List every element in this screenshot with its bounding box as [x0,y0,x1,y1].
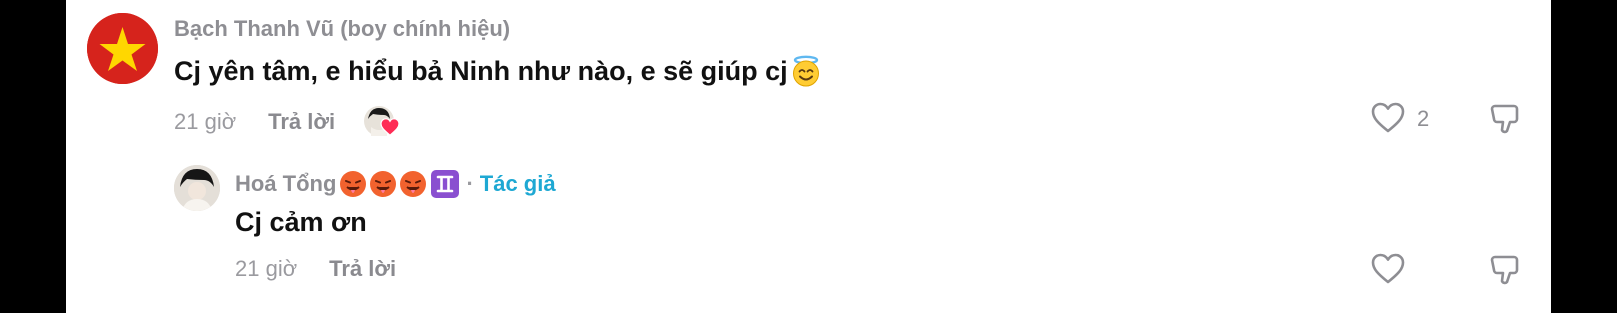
like-button[interactable] [1370,252,1406,291]
like-count: 2 [1417,106,1430,131]
vietnam-flag-icon [87,13,158,84]
reply-button[interactable]: Trả lời [268,109,335,135]
heart-outline-icon [1371,102,1405,133]
thumbs-down-icon [1490,255,1519,285]
comments-panel: Bạch Thanh Vũ (boy chính hiệu) Cj yên tâ… [66,0,1551,313]
reply-time: 21 giờ [235,256,298,281]
separator-dot: · [466,171,474,196]
hot-face-icon [400,171,427,197]
smiling-face-with-halo-icon [792,55,819,87]
comment-body: Cj yên tâm, e hiểu bả Ninh như nào, e sẽ… [174,55,788,86]
heart-outline-icon [1371,253,1405,284]
author-tag: Tác giả [479,171,556,196]
avatar-vietnam-flag[interactable] [87,13,158,84]
gemini-zodiac-icon [431,170,460,198]
reply-username[interactable]: Hoá Tổng [235,171,336,197]
heart-icon [380,118,400,136]
comment-text: Cj yên tâm, e hiểu bả Ninh như nào, e sẽ… [174,55,822,87]
dislike-button[interactable] [1488,252,1524,293]
thumbs-down-icon [1490,104,1519,134]
user-avatar-icon [174,165,220,211]
dislike-button[interactable] [1488,101,1524,142]
hot-face-icon [370,171,397,197]
avatar-hoa-tong[interactable] [174,165,220,211]
comment-time: 21 giờ [174,109,237,134]
hot-face-icon [340,171,367,197]
reply-header: Hoá Tổng · Tác giả [235,169,556,199]
reply-text: Cj cảm ơn [235,207,367,238]
reply-body: Cj cảm ơn [235,207,367,237]
creator-liked-badge [363,105,403,139]
comment-username[interactable]: Bạch Thanh Vũ (boy chính hiệu) [174,16,510,42]
reply-meta: 21 giờ Trả lời [235,256,396,282]
comment-meta: 21 giờ Trả lời [174,105,403,139]
like-button[interactable] [1370,101,1406,140]
reply-button[interactable]: Trả lời [329,256,396,282]
